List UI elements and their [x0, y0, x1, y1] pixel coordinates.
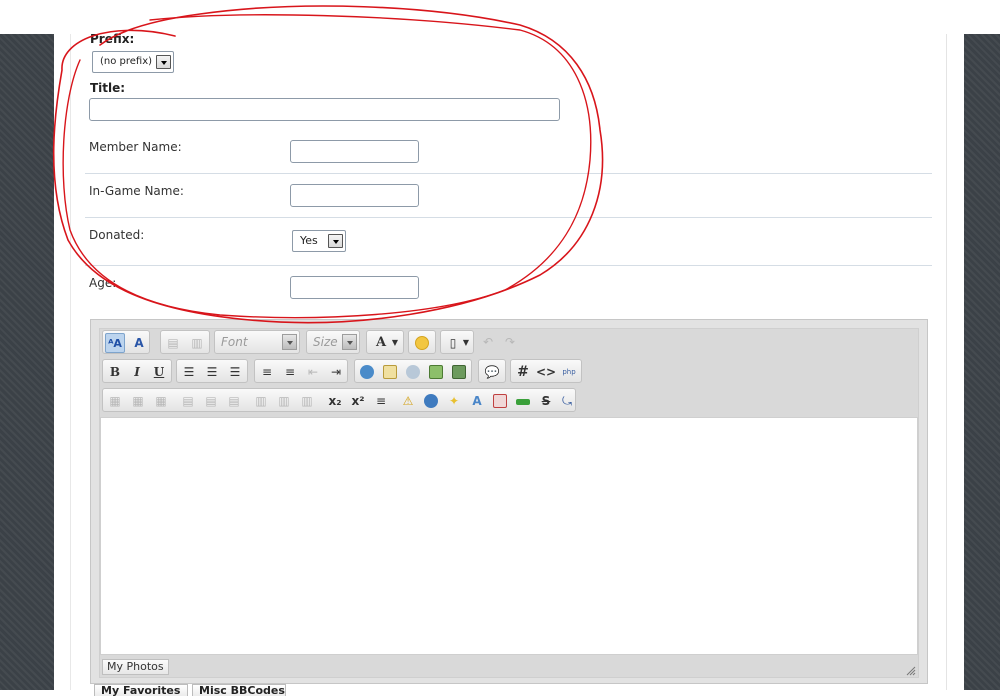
- toolbar-group-attach: ▯ ▼: [440, 330, 474, 354]
- lightbulb-icon[interactable]: ✦: [444, 391, 464, 411]
- rotate-text-icon[interactable]: ⤿: [557, 391, 577, 411]
- table-delete-icon[interactable]: ▦: [151, 391, 171, 411]
- link-icon[interactable]: [357, 362, 377, 382]
- editor-chrome: ᴬA A ▤ ▥ Font Size A ▼ ▯ ▼ ↶ ↷ B I U ☰ ☰…: [99, 328, 919, 678]
- chevron-down-icon: [282, 334, 297, 350]
- toolbar-group-smilies: [408, 330, 436, 354]
- toolbar-group-text-style: B I U: [102, 359, 172, 383]
- toolbar-group-code: # <> php: [510, 359, 582, 383]
- italic-button[interactable]: I: [127, 362, 147, 382]
- chevron-down-icon: [328, 234, 343, 248]
- row-above-icon[interactable]: ▤: [178, 391, 198, 411]
- donated-select[interactable]: Yes: [292, 230, 346, 252]
- editor-text-area[interactable]: [100, 417, 918, 655]
- content-right-edge: [946, 34, 947, 690]
- unordered-list-icon[interactable]: ≡: [280, 362, 300, 382]
- member-name-label: Member Name:: [89, 140, 182, 154]
- chevron-down-icon: [342, 334, 357, 350]
- column-right-icon[interactable]: ▥: [274, 391, 294, 411]
- strike-button[interactable]: S: [536, 391, 556, 411]
- ingame-name-input[interactable]: [290, 184, 419, 207]
- prefix-select-value: (no prefix): [100, 56, 153, 67]
- toolbar-group-extra: ▦ ▦ ▦ ▤ ▤ ▤ ▥ ▥ ▥ x₂ x² ≡ ⚠ ✦ A S ⤿: [102, 388, 576, 412]
- rich-text-editor: ᴬA A ▤ ▥ Font Size A ▼ ▯ ▼ ↶ ↷ B I U ☰ ☰…: [90, 319, 928, 684]
- email-icon[interactable]: [380, 362, 400, 382]
- row-below-icon[interactable]: ▤: [201, 391, 221, 411]
- ordered-list-icon[interactable]: ≡: [257, 362, 277, 382]
- outdent-icon[interactable]: ⇤: [303, 362, 323, 382]
- toolbar-group-quote: 💬: [478, 359, 506, 383]
- column-delete-icon[interactable]: ▥: [297, 391, 317, 411]
- paste-icon[interactable]: ▤: [163, 333, 183, 353]
- toolbar-group-insert: [354, 359, 472, 383]
- prefix-label: Prefix:: [90, 32, 135, 46]
- mail-icon[interactable]: [490, 391, 510, 411]
- donated-label: Donated:: [89, 228, 145, 242]
- font-select[interactable]: Font: [214, 330, 300, 354]
- horizontal-rule-icon[interactable]: ≡: [371, 391, 391, 411]
- highlight-icon[interactable]: [513, 391, 533, 411]
- media-icon[interactable]: [449, 362, 469, 382]
- bold-button[interactable]: B: [105, 362, 125, 382]
- column-left-icon[interactable]: ▥: [251, 391, 271, 411]
- image-icon[interactable]: [426, 362, 446, 382]
- field-divider: [85, 173, 932, 174]
- age-input[interactable]: [290, 276, 419, 299]
- chevron-down-icon: ▼: [391, 338, 399, 347]
- chevron-down-icon: [156, 55, 171, 69]
- top-strip: [0, 0, 1000, 34]
- title-label: Title:: [90, 81, 126, 95]
- toolbar-group-lists: ≡ ≡ ⇤ ⇥: [254, 359, 348, 383]
- hash-button[interactable]: #: [513, 362, 533, 382]
- age-label: Age:: [89, 276, 117, 290]
- toolbar-group-format: ᴬA A: [102, 330, 150, 354]
- superscript-button[interactable]: x²: [348, 391, 368, 411]
- align-right-icon[interactable]: ☰: [225, 362, 245, 382]
- title-input[interactable]: [89, 98, 560, 121]
- size-select-placeholder: Size: [313, 335, 338, 349]
- member-name-input[interactable]: [290, 140, 419, 163]
- toolbar-group-color: A ▼: [366, 330, 404, 354]
- field-divider: [85, 265, 932, 266]
- toolbar-group-clipboard: ▤ ▥: [160, 330, 210, 354]
- resize-grip-icon[interactable]: [906, 665, 916, 676]
- table-icon[interactable]: ▦: [105, 391, 125, 411]
- tab-misc-bbcodes[interactable]: Misc BBCodes: [192, 684, 286, 696]
- quote-icon[interactable]: 💬: [482, 362, 502, 382]
- font-reset-icon[interactable]: A: [129, 333, 149, 353]
- undo-icon[interactable]: ↶: [478, 332, 498, 352]
- glow-text-icon[interactable]: A: [467, 391, 487, 411]
- subscript-button[interactable]: x₂: [325, 391, 345, 411]
- ingame-name-label: In-Game Name:: [89, 184, 184, 198]
- page-background-left: [0, 34, 54, 690]
- paste-text-icon[interactable]: ▥: [187, 333, 207, 353]
- warning-icon[interactable]: ⚠: [398, 391, 418, 411]
- font-select-placeholder: Font: [221, 335, 248, 349]
- indent-icon[interactable]: ⇥: [326, 362, 346, 382]
- row-delete-icon[interactable]: ▤: [224, 391, 244, 411]
- remove-format-icon[interactable]: ᴬA: [105, 333, 125, 353]
- page-background-right: [964, 34, 1000, 690]
- redo-icon[interactable]: ↷: [500, 332, 520, 352]
- donated-select-value: Yes: [300, 234, 318, 247]
- prefix-select[interactable]: (no prefix): [92, 51, 174, 73]
- align-left-icon[interactable]: ☰: [179, 362, 199, 382]
- tab-my-favorites[interactable]: My Favorites: [94, 684, 188, 696]
- field-divider: [85, 217, 932, 218]
- toolbar-group-align: ☰ ☰ ☰: [176, 359, 248, 383]
- php-button[interactable]: php: [559, 362, 579, 382]
- spoiler-icon[interactable]: [421, 391, 441, 411]
- chevron-down-icon: ▼: [462, 338, 470, 347]
- table-properties-icon[interactable]: ▦: [128, 391, 148, 411]
- size-select[interactable]: Size: [306, 330, 360, 354]
- unlink-icon[interactable]: [403, 362, 423, 382]
- align-center-icon[interactable]: ☰: [202, 362, 222, 382]
- code-button[interactable]: <>: [536, 362, 556, 382]
- underline-button[interactable]: U: [149, 362, 169, 382]
- smiley-icon[interactable]: [412, 333, 432, 353]
- content-left-edge: [70, 34, 71, 690]
- my-photos-tab[interactable]: My Photos: [102, 659, 169, 675]
